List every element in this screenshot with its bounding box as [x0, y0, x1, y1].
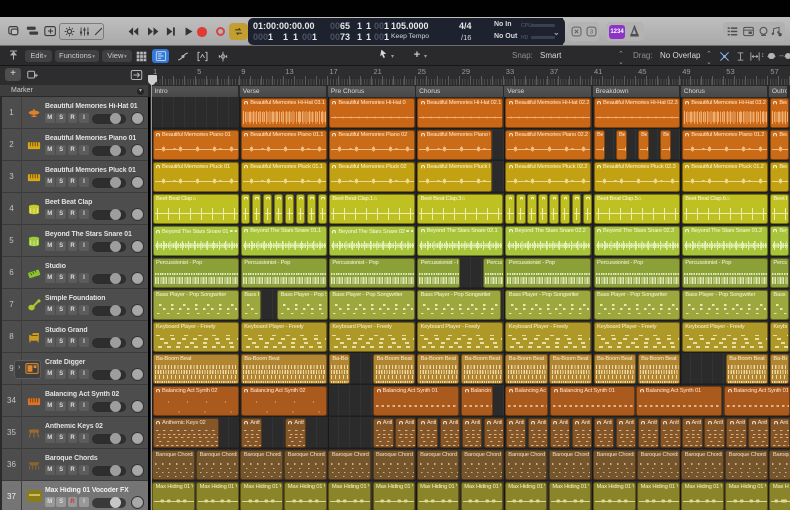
svg-text:3: 3 [590, 30, 593, 36]
